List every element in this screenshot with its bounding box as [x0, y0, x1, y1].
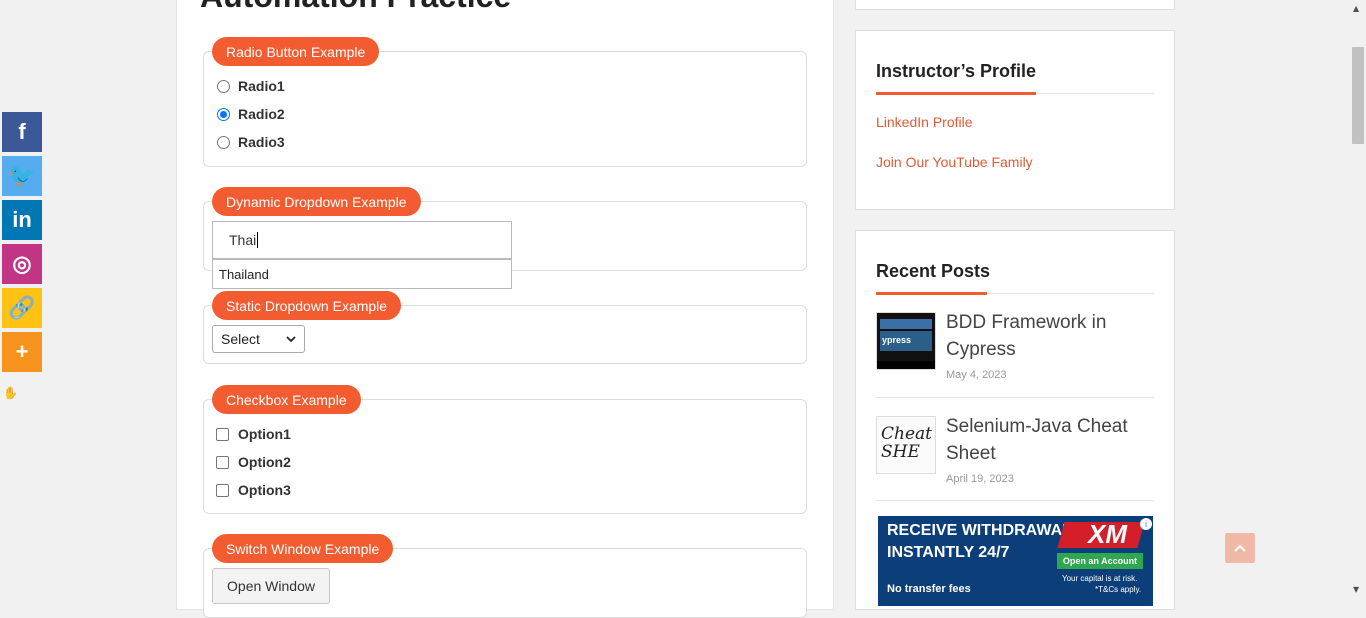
switch-window-legend: Switch Window Example [212, 534, 394, 563]
scroll-down-arrow-icon[interactable]: ▼ [1353, 585, 1359, 594]
ad-brand-logo: XM [1088, 519, 1127, 549]
country-autocomplete-input[interactable]: Thai [212, 221, 512, 259]
checkbox-option-2[interactable]: Option2 [216, 454, 291, 470]
text-caret [257, 232, 259, 248]
autocomplete-suggestions: Thailand [212, 259, 512, 289]
radio-button-selected[interactable] [217, 107, 230, 121]
autocomplete-value: Thai [229, 232, 257, 248]
post-separator [876, 500, 1154, 501]
checkbox-label: Option1 [238, 426, 291, 442]
ad-risk-text: Your capital is at risk. [1062, 574, 1138, 583]
ad-footer: No transfer fees [887, 583, 971, 595]
twitter-icon[interactable]: 🐦 [2, 156, 42, 196]
static-dropdown-legend: Static Dropdown Example [212, 291, 402, 320]
checkbox-option-1[interactable]: Option1 [216, 426, 291, 442]
chevron-up-icon [1234, 544, 1246, 552]
radio-button[interactable] [217, 79, 230, 93]
page-title: Automation Practice [200, 0, 511, 15]
checkbox[interactable] [216, 483, 229, 497]
post-date: April 19, 2023 [946, 473, 1014, 485]
checkbox-label: Option3 [238, 482, 291, 498]
ad-cta-button[interactable]: Open an Account [1057, 553, 1143, 569]
radio-fieldset [203, 51, 807, 167]
post-thumbnail[interactable]: Cheat SHE [876, 416, 936, 474]
scroll-up-arrow-icon[interactable]: ▲ [1353, 4, 1359, 13]
thumb-text: ypress [880, 331, 932, 351]
facebook-icon[interactable]: f [2, 112, 42, 152]
post-separator [876, 397, 1154, 398]
radio-label: Radio2 [238, 106, 285, 122]
post-thumbnail[interactable]: ypress [876, 312, 936, 370]
chevron-down-icon [286, 335, 296, 342]
post-title-link[interactable]: BDD Framework in Cypress [946, 309, 1146, 363]
static-dropdown-select[interactable]: Select [212, 325, 305, 353]
ad-headline-1: RECEIVE WITHDRAWALS [887, 522, 1083, 539]
suggestion-item[interactable]: Thailand [213, 260, 511, 289]
thumb-band [880, 319, 932, 329]
radio-label: Radio3 [238, 134, 285, 150]
radio-option-2[interactable]: Radio2 [217, 106, 285, 122]
dynamic-dropdown-legend: Dynamic Dropdown Example [212, 187, 421, 216]
checkbox-legend: Checkbox Example [212, 385, 361, 414]
checkbox-option-3[interactable]: Option3 [216, 482, 291, 498]
linkedin-icon[interactable]: in [2, 200, 42, 240]
hide-share-bar-icon[interactable]: ✋ [3, 386, 18, 400]
copy-link-icon[interactable]: 🔗 [2, 288, 42, 328]
checkbox-label: Option2 [238, 454, 291, 470]
scrollbar-thumb[interactable] [1352, 47, 1364, 144]
ad-info-icon[interactable]: i [1140, 518, 1152, 530]
checkbox-fieldset [203, 399, 807, 514]
thumb-band [877, 361, 935, 369]
radio-legend: Radio Button Example [212, 37, 380, 66]
post-title-link[interactable]: Selenium-Java Cheat Sheet [946, 413, 1146, 467]
radio-option-1[interactable]: Radio1 [217, 78, 285, 94]
post-date: May 4, 2023 [946, 369, 1007, 381]
title-accent-bar [876, 92, 1036, 95]
ad-headline-2: INSTANTLY 24/7 [887, 544, 1010, 561]
radio-button[interactable] [217, 135, 230, 149]
thumb-text: Cheat SHE [881, 424, 932, 462]
recent-posts-title: Recent Posts [876, 261, 991, 281]
more-icon[interactable]: + [2, 332, 42, 372]
advertisement-banner[interactable]: RECEIVE WITHDRAWALS INSTANTLY 24/7 XM i … [878, 516, 1153, 606]
social-share-bar: f 🐦 in ◎ 🔗 + [2, 112, 42, 376]
select-value: Select [221, 331, 260, 347]
linkedin-profile-link[interactable]: LinkedIn Profile [876, 114, 973, 130]
youtube-family-link[interactable]: Join Our YouTube Family [876, 154, 1033, 170]
title-accent-bar [876, 292, 987, 295]
radio-option-3[interactable]: Radio3 [217, 134, 285, 150]
checkbox[interactable] [216, 455, 229, 469]
radio-label: Radio1 [238, 78, 285, 94]
open-window-button[interactable]: Open Window [212, 568, 330, 604]
checkbox[interactable] [216, 427, 229, 441]
sidebar-top-card [855, 0, 1175, 10]
instructor-profile-title: Instructor’s Profile [876, 61, 1037, 81]
ad-tc-text: *T&Cs apply. [1095, 585, 1142, 594]
instagram-icon[interactable]: ◎ [2, 244, 42, 284]
scroll-to-top-button[interactable] [1225, 533, 1255, 563]
